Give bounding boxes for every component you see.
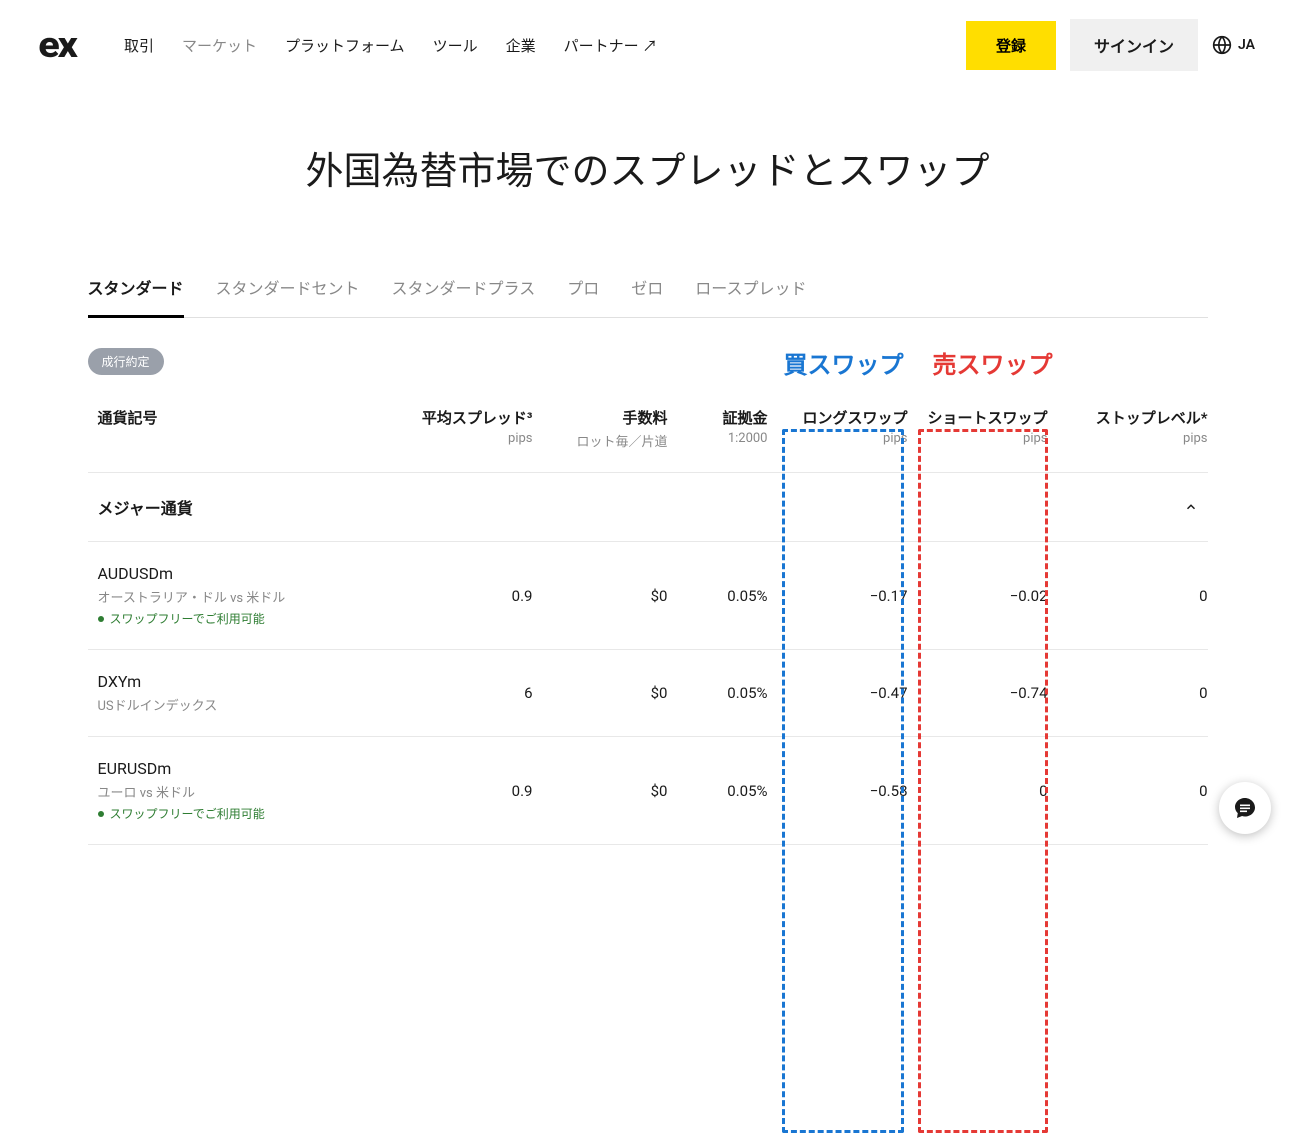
cell-margin: 0.05%	[668, 684, 768, 702]
language-selector[interactable]: JA	[1212, 35, 1255, 55]
tab-standard-plus[interactable]: スタンダードプラス	[392, 275, 536, 318]
symbol-cell: EURUSDm ユーロ vs 米ドル スワップフリーでご利用可能	[98, 759, 378, 822]
globe-icon	[1212, 35, 1232, 55]
nav-item-trade[interactable]: 取引	[124, 35, 154, 56]
symbol-name: EURUSDm	[98, 759, 378, 778]
cell-margin: 0.05%	[668, 587, 768, 605]
pricing-table: 通貨記号 平均スプレッド³ pips 手数料 ロット毎／片道 証拠金 1:200…	[88, 381, 1208, 845]
th-symbol: 通貨記号	[98, 407, 378, 450]
symbol-desc: オーストラリア・ドル vs 米ドル	[98, 587, 378, 606]
symbol-cell: DXYm USドルインデックス	[98, 672, 378, 714]
th-margin: 証拠金 1:2000	[668, 407, 768, 450]
th-short-swap: ショートスワップ pips	[908, 407, 1048, 450]
chevron-up-icon	[1184, 500, 1198, 514]
site-header: ex 取引 マーケット プラットフォーム ツール 企業 パートナー ↗ 登録 サ…	[0, 0, 1295, 90]
th-stop-level: ストップレベル* pips	[1048, 407, 1208, 450]
cell-spread: 0.9	[378, 782, 533, 800]
register-button[interactable]: 登録	[966, 21, 1056, 70]
tab-standard[interactable]: スタンダード	[88, 275, 184, 318]
cell-fee: $0	[533, 587, 668, 605]
cell-short-swap: −0.02	[908, 587, 1048, 605]
chat-icon	[1233, 796, 1257, 820]
section-title: メジャー通貨	[98, 495, 193, 519]
table-row[interactable]: AUDUSDm オーストラリア・ドル vs 米ドル スワップフリーでご利用可能 …	[88, 542, 1208, 650]
account-tabs: スタンダード スタンダードセント スタンダードプラス プロ ゼロ ロースプレッド	[88, 275, 1208, 318]
th-fee: 手数料 ロット毎／片道	[533, 407, 668, 450]
swap-free-badge: スワップフリーでご利用可能	[98, 610, 378, 627]
cell-long-swap: −0.58	[768, 782, 908, 800]
cell-long-swap: −0.17	[768, 587, 908, 605]
table-header: 通貨記号 平均スプレッド³ pips 手数料 ロット毎／片道 証拠金 1:200…	[88, 381, 1208, 473]
symbol-desc: ユーロ vs 米ドル	[98, 782, 378, 801]
cell-stop-level: 0	[1048, 782, 1208, 800]
th-long-swap: ロングスワップ pips	[768, 407, 908, 450]
cell-spread: 6	[378, 684, 533, 702]
nav-item-platform[interactable]: プラットフォーム	[285, 35, 405, 56]
cell-fee: $0	[533, 684, 668, 702]
tab-raw-spread[interactable]: ロースプレッド	[695, 275, 806, 318]
section-major-currencies[interactable]: メジャー通貨	[88, 473, 1208, 542]
signin-button[interactable]: サインイン	[1070, 19, 1198, 71]
main-nav: 取引 マーケット プラットフォーム ツール 企業 パートナー ↗	[124, 35, 936, 56]
swap-free-badge: スワップフリーでご利用可能	[98, 805, 378, 822]
logo[interactable]: ex	[38, 24, 75, 66]
cell-stop-level: 0	[1048, 684, 1208, 702]
cell-fee: $0	[533, 782, 668, 800]
cell-short-swap: 0	[908, 782, 1048, 800]
content: スタンダード スタンダードセント スタンダードプラス プロ ゼロ ロースプレッド…	[78, 275, 1218, 845]
table-row[interactable]: EURUSDm ユーロ vs 米ドル スワップフリーでご利用可能 0.9 $0 …	[88, 737, 1208, 845]
symbol-name: DXYm	[98, 672, 378, 691]
tab-standard-cent[interactable]: スタンダードセント	[216, 275, 360, 318]
header-actions: 登録 サインイン JA	[966, 19, 1255, 71]
symbol-desc: USドルインデックス	[98, 695, 378, 714]
page-title: 外国為替市場でのスプレッドとスワップ	[0, 140, 1295, 195]
callout-row: 買スワップ 売スワップ	[88, 345, 1208, 381]
tab-zero[interactable]: ゼロ	[631, 275, 663, 318]
cell-spread: 0.9	[378, 587, 533, 605]
nav-item-tools[interactable]: ツール	[433, 35, 478, 56]
nav-item-market[interactable]: マーケット	[182, 35, 257, 56]
nav-item-partner[interactable]: パートナー ↗	[564, 35, 658, 56]
cell-long-swap: −0.47	[768, 684, 908, 702]
nav-item-company[interactable]: 企業	[506, 35, 536, 56]
cell-stop-level: 0	[1048, 587, 1208, 605]
tab-pro[interactable]: プロ	[567, 275, 599, 318]
symbol-cell: AUDUSDm オーストラリア・ドル vs 米ドル スワップフリーでご利用可能	[98, 564, 378, 627]
language-code: JA	[1238, 37, 1255, 53]
symbol-name: AUDUSDm	[98, 564, 378, 583]
cell-margin: 0.05%	[668, 782, 768, 800]
table-row[interactable]: DXYm USドルインデックス 6 $0 0.05% −0.47 −0.74 0	[88, 650, 1208, 737]
chat-button[interactable]	[1219, 782, 1271, 834]
cell-short-swap: −0.74	[908, 684, 1048, 702]
callout-buy-swap: 買スワップ	[784, 345, 904, 380]
th-spread: 平均スプレッド³ pips	[378, 407, 533, 450]
callout-sell-swap: 売スワップ	[933, 345, 1053, 380]
